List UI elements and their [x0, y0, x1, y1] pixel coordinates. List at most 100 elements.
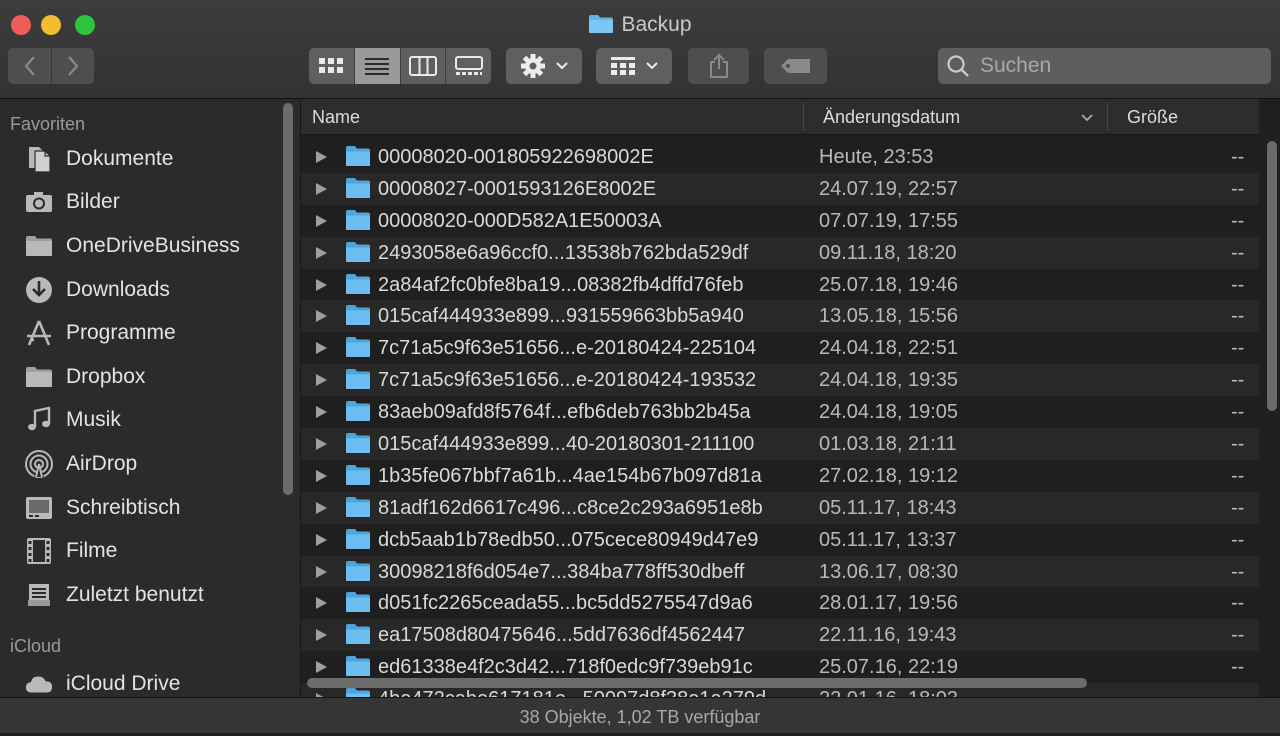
file-date: 05.11.17, 13:37	[819, 528, 957, 551]
table-row[interactable]: 2493058e6a96ccf0...13538b762bda529df 09.1…	[301, 236, 1259, 269]
table-row[interactable]: 81adf162d6617c496...c8ce2c293a6951e8b 05.…	[301, 491, 1259, 524]
file-size: --	[1231, 305, 1245, 328]
sidebar-item-airdrop[interactable]: AirDrop	[0, 442, 300, 486]
disclosure-triangle-icon[interactable]	[316, 342, 327, 355]
desktop-icon	[24, 493, 54, 523]
tag-button[interactable]	[764, 48, 827, 84]
folder-icon	[345, 273, 371, 301]
forward-button[interactable]	[52, 48, 94, 84]
sidebar-item-dokumente[interactable]: Dokumente	[0, 137, 300, 181]
disclosure-triangle-icon[interactable]	[316, 501, 327, 514]
sidebar-item-downloads[interactable]: Downloads	[0, 268, 300, 312]
sidebar-item-label: Musik	[66, 408, 121, 432]
table-row[interactable]: 00008020-000D582A1E50003A 07.07.19, 17:55…	[301, 204, 1259, 237]
file-date: 25.07.16, 22:19	[819, 656, 959, 679]
file-date: 25.07.18, 19:46	[819, 273, 959, 296]
file-name: dcb5aab1b78edb50...075cece80949d47e9	[378, 528, 759, 551]
group-by-button[interactable]	[596, 48, 672, 84]
table-row[interactable]: ea17508d80475646...5dd7636df4562447 22.11…	[301, 619, 1259, 652]
sidebar: Favoriten Dokumente Bilder OneDriveBusin…	[0, 99, 301, 697]
search-field[interactable]	[938, 48, 1271, 84]
table-row[interactable]: 2a84af2fc0bfe8ba19...08382fb4dffd76feb 25…	[301, 268, 1259, 301]
sidebar-item-label: AirDrop	[66, 451, 138, 475]
window-title: Backup	[0, 13, 1280, 40]
disclosure-triangle-icon[interactable]	[316, 533, 327, 546]
folder-icon	[24, 362, 54, 392]
horizontal-scrollbar[interactable]	[307, 678, 1087, 688]
file-name: d051fc2265ceada55...bc5dd5275547d9a6	[378, 592, 753, 615]
file-size: --	[1231, 496, 1245, 519]
disclosure-triangle-icon[interactable]	[316, 374, 327, 387]
view-list-button[interactable]	[354, 48, 401, 84]
disclosure-triangle-icon[interactable]	[316, 629, 327, 642]
column-divider[interactable]	[1107, 103, 1108, 131]
view-columns-button[interactable]	[401, 48, 447, 84]
column-date[interactable]: Änderungsdatum	[823, 99, 960, 134]
sidebar-item-label: iCloud Drive	[66, 672, 181, 696]
file-date: 24.04.18, 19:35	[819, 369, 959, 392]
disclosure-triangle-icon[interactable]	[316, 661, 327, 674]
file-date: 09.11.18, 18:20	[819, 241, 957, 264]
column-size[interactable]: Größe	[1127, 99, 1178, 134]
file-date: 13.05.18, 15:56	[819, 305, 959, 328]
sidebar-item-schreibtisch[interactable]: Schreibtisch	[0, 486, 300, 530]
disclosure-triangle-icon[interactable]	[316, 246, 327, 259]
disclosure-triangle-icon[interactable]	[316, 438, 327, 451]
file-size: --	[1231, 592, 1245, 615]
sidebar-item-filme[interactable]: Filme	[0, 529, 300, 573]
download-icon	[24, 275, 54, 305]
search-input[interactable]	[978, 53, 1262, 79]
column-divider[interactable]	[803, 103, 804, 131]
gallery-icon	[454, 56, 483, 75]
share-button[interactable]	[688, 48, 749, 84]
disclosure-triangle-icon[interactable]	[316, 182, 327, 195]
disclosure-triangle-icon[interactable]	[316, 151, 327, 163]
disclosure-triangle-icon[interactable]	[316, 310, 327, 323]
disclosure-triangle-icon[interactable]	[316, 469, 327, 482]
documents-icon	[24, 144, 54, 174]
view-icons-button[interactable]	[309, 48, 355, 84]
table-row[interactable]: 1b35fe067bbf7a61b...4ae154b67b097d81a 27.…	[301, 459, 1259, 492]
table-row[interactable]: 7c71a5c9f63e51656...e-20180424-225104 24.…	[301, 332, 1259, 365]
file-size: --	[1231, 560, 1245, 583]
table-row[interactable]: 00008027-0001593126E8002E 24.07.19, 22:57…	[301, 172, 1259, 205]
table-row[interactable]: d051fc2265ceada55...bc5dd5275547d9a6 28.0…	[301, 587, 1259, 620]
airdrop-icon	[24, 449, 54, 479]
table-row[interactable]: 30098218f6d054e7...384ba778ff530dbeff 13.…	[301, 555, 1259, 588]
folder-icon	[345, 209, 371, 237]
table-row[interactable]: 7c71a5c9f63e51656...e-20180424-193532 24.…	[301, 364, 1259, 397]
column-name[interactable]: Name	[312, 99, 360, 134]
disclosure-triangle-icon[interactable]	[316, 406, 327, 419]
chevron-down-icon	[555, 62, 568, 70]
table-row[interactable]: 00008020-001805922698002E Heute, 23:53 --	[301, 141, 1259, 173]
back-button[interactable]	[8, 48, 51, 84]
disclosure-triangle-icon[interactable]	[316, 278, 327, 291]
sidebar-item-icloud-drive[interactable]: iCloud Drive	[0, 663, 300, 697]
file-name: 7c71a5c9f63e51656...e-20180424-193532	[378, 369, 757, 392]
action-menu-button[interactable]	[506, 48, 582, 84]
sort-chevron-down-icon[interactable]	[1080, 113, 1094, 123]
sidebar-item-onedrivebusiness[interactable]: OneDriveBusiness	[0, 224, 300, 268]
table-row[interactable]: 015caf444933e899...931559663bb5a940 13.05…	[301, 300, 1259, 333]
file-size: --	[1231, 337, 1245, 360]
sidebar-item-zuletzt-benutzt[interactable]: Zuletzt benutzt	[0, 573, 300, 617]
table-row[interactable]: 83aeb09afd8f5764f...efb6deb763bb2b45a 24.…	[301, 396, 1259, 429]
sidebar-item-programme[interactable]: Programme	[0, 311, 300, 355]
sidebar-item-label: Downloads	[66, 277, 170, 301]
vertical-scrollbar[interactable]	[1267, 141, 1277, 411]
view-gallery-button[interactable]	[446, 48, 491, 84]
disclosure-triangle-icon[interactable]	[316, 565, 327, 578]
sidebar-item-bilder[interactable]: Bilder	[0, 181, 300, 225]
sidebar-scrollbar[interactable]	[283, 103, 293, 495]
sidebar-item-musik[interactable]: Musik	[0, 399, 300, 443]
table-row[interactable]: dcb5aab1b78edb50...075cece80949d47e9 05.1…	[301, 523, 1259, 556]
disclosure-triangle-icon[interactable]	[316, 214, 327, 227]
disclosure-triangle-icon[interactable]	[316, 597, 327, 610]
file-name: ea17508d80475646...5dd7636df4562447	[378, 624, 746, 647]
chevron-down-icon	[645, 62, 658, 70]
folder-icon	[345, 304, 371, 332]
file-size: --	[1231, 624, 1245, 647]
sidebar-item-dropbox[interactable]: Dropbox	[0, 355, 300, 399]
table-row[interactable]: 015caf444933e899...40-20180301-211100 01.…	[301, 428, 1259, 460]
sidebar-item-label: OneDriveBusiness	[66, 233, 240, 257]
